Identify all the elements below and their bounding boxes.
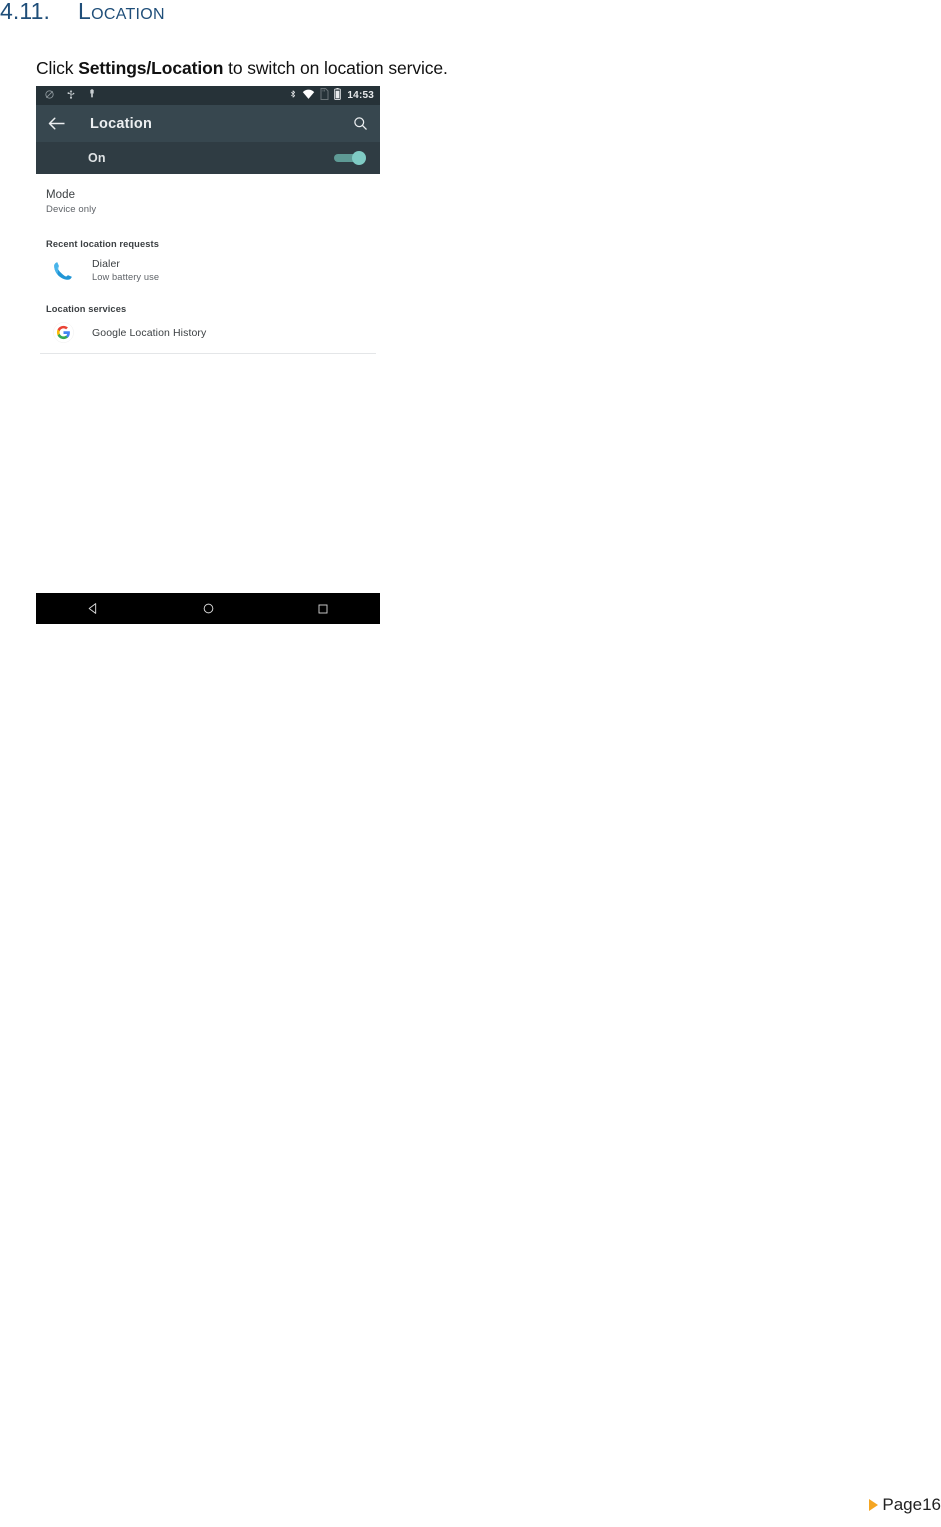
paragraph-prefix: Click — [36, 58, 79, 78]
status-bar-clock: 14:53 — [347, 90, 374, 101]
android-screenshot: 14:53 Location On Mode Device only Recen… — [36, 86, 380, 624]
paragraph-suffix: to switch on location service. — [223, 58, 448, 78]
location-master-switch-row[interactable]: On — [36, 142, 380, 174]
location-services-section-title: Location services — [46, 304, 127, 314]
dialer-text-block: Dialer Low battery use — [92, 257, 159, 284]
usb-plug-icon — [87, 87, 97, 105]
footer-bullet-icon — [869, 1499, 879, 1511]
wifi-icon — [302, 87, 315, 105]
heading-title: Location — [78, 0, 165, 24]
settings-content: Mode Device only Recent location request… — [36, 174, 380, 624]
battery-icon — [334, 87, 342, 105]
search-icon[interactable] — [353, 116, 368, 131]
list-item-google-location-history[interactable]: Google Location History — [36, 322, 380, 343]
status-bar: 14:53 — [36, 86, 380, 105]
instruction-paragraph: Click Settings/Location to switch on loc… — [36, 58, 448, 79]
mode-title: Mode — [46, 189, 76, 201]
nav-recents-icon[interactable] — [265, 603, 380, 615]
sd-card-icon — [320, 87, 329, 105]
footer-page-label: Page16 — [882, 1495, 941, 1514]
location-toggle[interactable] — [334, 151, 366, 165]
nav-back-icon[interactable] — [36, 602, 151, 615]
bluetooth-icon — [289, 87, 297, 105]
paragraph-bold-term: Settings/Location — [78, 58, 224, 78]
dialer-title: Dialer — [92, 258, 121, 270]
android-nav-bar — [36, 593, 380, 624]
mode-row[interactable]: Mode Device only — [36, 174, 380, 217]
list-divider — [40, 353, 376, 354]
google-g-icon — [48, 322, 78, 343]
status-bar-right-icons: 14:53 — [289, 87, 374, 105]
phone-dialer-icon — [48, 259, 78, 283]
heading-number: 4.11. — [0, 0, 50, 24]
recent-requests-section-title: Recent location requests — [46, 239, 159, 249]
action-bar: Location — [36, 105, 380, 142]
google-location-history-title: Google Location History — [92, 326, 207, 339]
usb-icon — [66, 87, 76, 105]
list-item-dialer[interactable]: Dialer Low battery use — [36, 257, 380, 284]
page-title: 4.11. Location — [0, 0, 165, 25]
mode-subtitle: Device only — [46, 204, 97, 215]
page-footer: Page16 — [869, 1495, 941, 1515]
sync-disabled-icon — [44, 87, 55, 105]
toggle-knob — [352, 151, 366, 165]
action-bar-title: Location — [90, 115, 153, 132]
status-bar-left-icons — [44, 87, 97, 105]
arrow-back-icon[interactable] — [48, 116, 78, 131]
dialer-subtitle: Low battery use — [92, 272, 160, 282]
nav-home-icon[interactable] — [151, 602, 266, 615]
location-switch-label: On — [88, 151, 106, 165]
google-location-history-text-block: Google Location History — [92, 326, 206, 340]
